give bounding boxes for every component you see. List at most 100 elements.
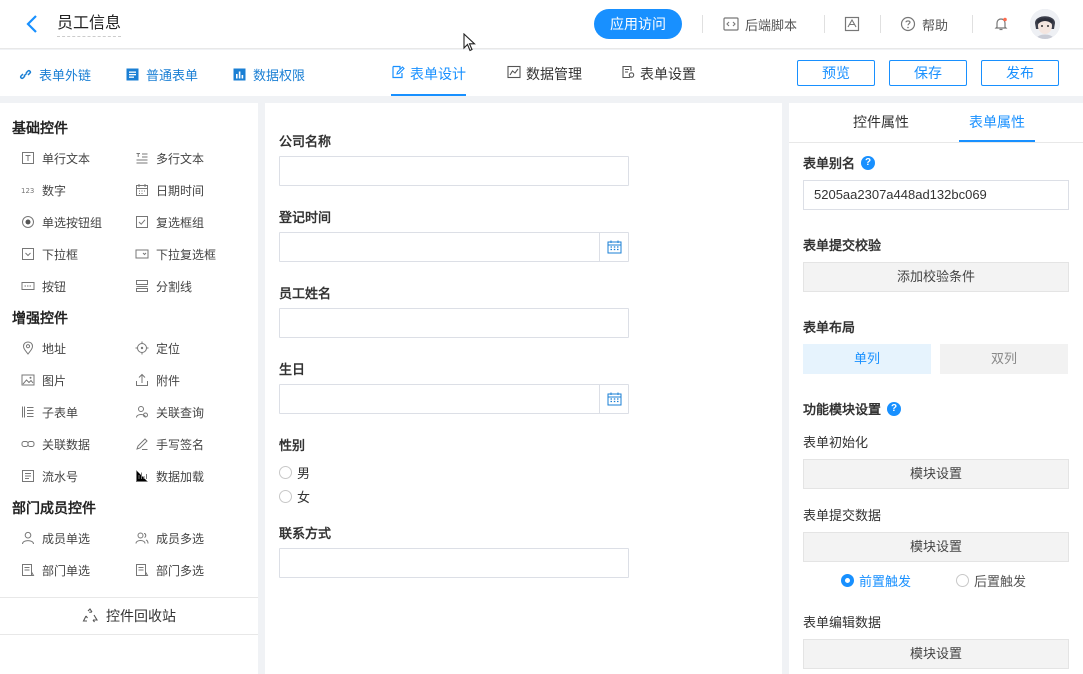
trend-icon <box>507 65 521 79</box>
control-label: 数字 <box>42 183 67 198</box>
birthday-input[interactable] <box>279 384 629 414</box>
register-time-input[interactable] <box>279 232 629 262</box>
divider <box>972 15 973 33</box>
form-init-label: 表单初始化 <box>803 435 869 450</box>
preview-button[interactable]: 预览 <box>797 60 875 86</box>
normal-form-button[interactable]: 普通表单 <box>125 65 198 84</box>
control-label: 单选按钮组 <box>42 215 103 230</box>
tab-control-properties[interactable]: 控件属性 <box>843 103 919 142</box>
signature-button[interactable] <box>844 14 866 34</box>
trigger-after-option[interactable]: 后置触发 <box>956 571 1026 590</box>
control-label: 数据加载 <box>156 469 205 484</box>
bar-chart-icon <box>136 470 148 482</box>
control-label: 流水号 <box>42 469 79 484</box>
trigger-after-label: 后置触发 <box>974 574 1027 589</box>
control-geolocation[interactable]: 定位 <box>135 340 180 356</box>
form-external-link-button[interactable]: 表单外链 <box>18 65 91 84</box>
gender-option-female[interactable]: 女 <box>279 487 310 506</box>
tab-form-properties[interactable]: 表单属性 <box>959 103 1035 142</box>
control-address[interactable]: 地址 <box>21 340 66 356</box>
link-icon <box>19 69 32 80</box>
control-number[interactable]: 123 数字 <box>21 182 66 198</box>
control-related-data[interactable]: 关联数据 <box>21 436 90 452</box>
control-subform[interactable]: 子表单 <box>21 404 78 420</box>
layout-single-column[interactable]: 单列 <box>803 344 931 374</box>
gender-option-male[interactable]: 男 <box>279 463 310 482</box>
code-icon <box>723 17 739 31</box>
page-title[interactable]: 员工信息 <box>57 14 122 37</box>
data-permission-label: 数据权限 <box>253 68 306 83</box>
control-handwritten-signature[interactable]: 手写签名 <box>135 436 204 452</box>
publish-button[interactable]: 发布 <box>981 60 1059 86</box>
control-recycle-bin[interactable]: 控件回收站 <box>0 597 258 635</box>
control-attachment[interactable]: 附件 <box>135 372 180 388</box>
form-alias-input[interactable]: 5205aa2307a448ad132bc069 <box>803 180 1069 210</box>
field-label-company-name: 公司名称 <box>279 134 332 149</box>
data-permission-button[interactable]: 数据权限 <box>232 65 305 84</box>
control-label: 图片 <box>42 373 67 388</box>
control-label: 按钮 <box>42 279 67 294</box>
tabs-divider <box>789 142 1083 143</box>
help-icon[interactable]: ? <box>861 155 876 170</box>
form-canvas: 公司名称 登记时间 员工姓名 生日 性别 男 女 联系方式 <box>265 103 782 674</box>
control-related-query[interactable]: 关联查询 <box>135 404 204 420</box>
company-name-input[interactable] <box>279 156 629 186</box>
control-button[interactable]: 按钮 <box>21 278 66 294</box>
trigger-before-option[interactable]: 前置触发 <box>841 571 911 590</box>
image-icon <box>21 374 35 386</box>
tab-data-management[interactable]: 数据管理 <box>507 64 582 96</box>
control-image[interactable]: 图片 <box>21 372 66 388</box>
register-time-calendar-button[interactable] <box>599 233 628 261</box>
control-member-single[interactable]: 成员单选 <box>21 530 90 546</box>
help-icon[interactable]: ? <box>887 401 902 416</box>
control-palette: 基础控件 单行文本 多行文本 123 数字 日期时间 单选按钮组 复选框组 下拉… <box>0 103 258 674</box>
control-data-loading[interactable]: 数据加载 <box>135 468 204 484</box>
upload-icon <box>136 373 148 386</box>
help-button[interactable]: 帮助 <box>900 14 948 34</box>
form-submit-module-button[interactable]: 模块设置 <box>803 532 1069 562</box>
control-label: 定位 <box>156 341 181 356</box>
control-single-line-text[interactable]: 单行文本 <box>21 150 90 166</box>
divider <box>824 15 825 33</box>
backend-script-button[interactable]: 后端脚本 <box>723 14 797 34</box>
control-radio-group[interactable]: 单选按钮组 <box>21 214 102 230</box>
control-label: 单行文本 <box>42 151 91 166</box>
control-label: 成员多选 <box>156 531 205 546</box>
control-divider[interactable]: 分割线 <box>135 278 192 294</box>
back-arrow-icon[interactable] <box>22 13 44 35</box>
group-title-enhanced: 增强控件 <box>12 310 68 326</box>
related-query-icon <box>136 406 148 418</box>
control-member-multi[interactable]: 成员多选 <box>135 530 204 546</box>
app-visit-button[interactable]: 应用访问 <box>594 9 682 39</box>
save-button[interactable]: 保存 <box>889 60 967 86</box>
form-init-module-button[interactable]: 模块设置 <box>803 459 1069 489</box>
control-dept-multi[interactable]: 部门多选 <box>135 562 204 578</box>
control-serial-number[interactable]: 流水号 <box>21 468 78 484</box>
control-dept-single[interactable]: 部门单选 <box>21 562 90 578</box>
normal-form-label: 普通表单 <box>146 68 199 83</box>
tab-form-design[interactable]: 表单设计 <box>391 64 466 96</box>
employee-name-input[interactable] <box>279 308 629 338</box>
form-layout-label: 表单布局 <box>803 320 856 335</box>
user-avatar-icon <box>1030 9 1060 39</box>
settings-doc-icon <box>622 65 635 79</box>
control-datetime[interactable]: 日期时间 <box>135 182 204 198</box>
tab-form-settings-label: 表单设置 <box>640 66 696 82</box>
control-dropdown[interactable]: 下拉框 <box>21 246 78 262</box>
avatar[interactable] <box>1030 9 1060 39</box>
control-dropdown-multi[interactable]: 下拉复选框 <box>135 246 216 262</box>
contact-input[interactable] <box>279 548 629 578</box>
control-multi-line-text[interactable]: 多行文本 <box>135 150 204 166</box>
birthday-calendar-button[interactable] <box>599 385 628 413</box>
form-edit-module-button[interactable]: 模块设置 <box>803 639 1069 669</box>
calendar-icon <box>136 184 148 196</box>
add-validation-button[interactable]: 添加校验条件 <box>803 262 1069 292</box>
link-chain-icon <box>21 441 35 447</box>
control-checkbox-group[interactable]: 复选框组 <box>135 214 204 230</box>
department-icon <box>22 564 35 576</box>
layout-double-column[interactable]: 双列 <box>940 344 1068 374</box>
tab-form-settings[interactable]: 表单设置 <box>621 64 696 96</box>
field-label-employee-name: 员工姓名 <box>279 286 332 301</box>
dropdown-checkbox-icon <box>135 249 149 259</box>
notification-button[interactable] <box>993 14 1015 34</box>
